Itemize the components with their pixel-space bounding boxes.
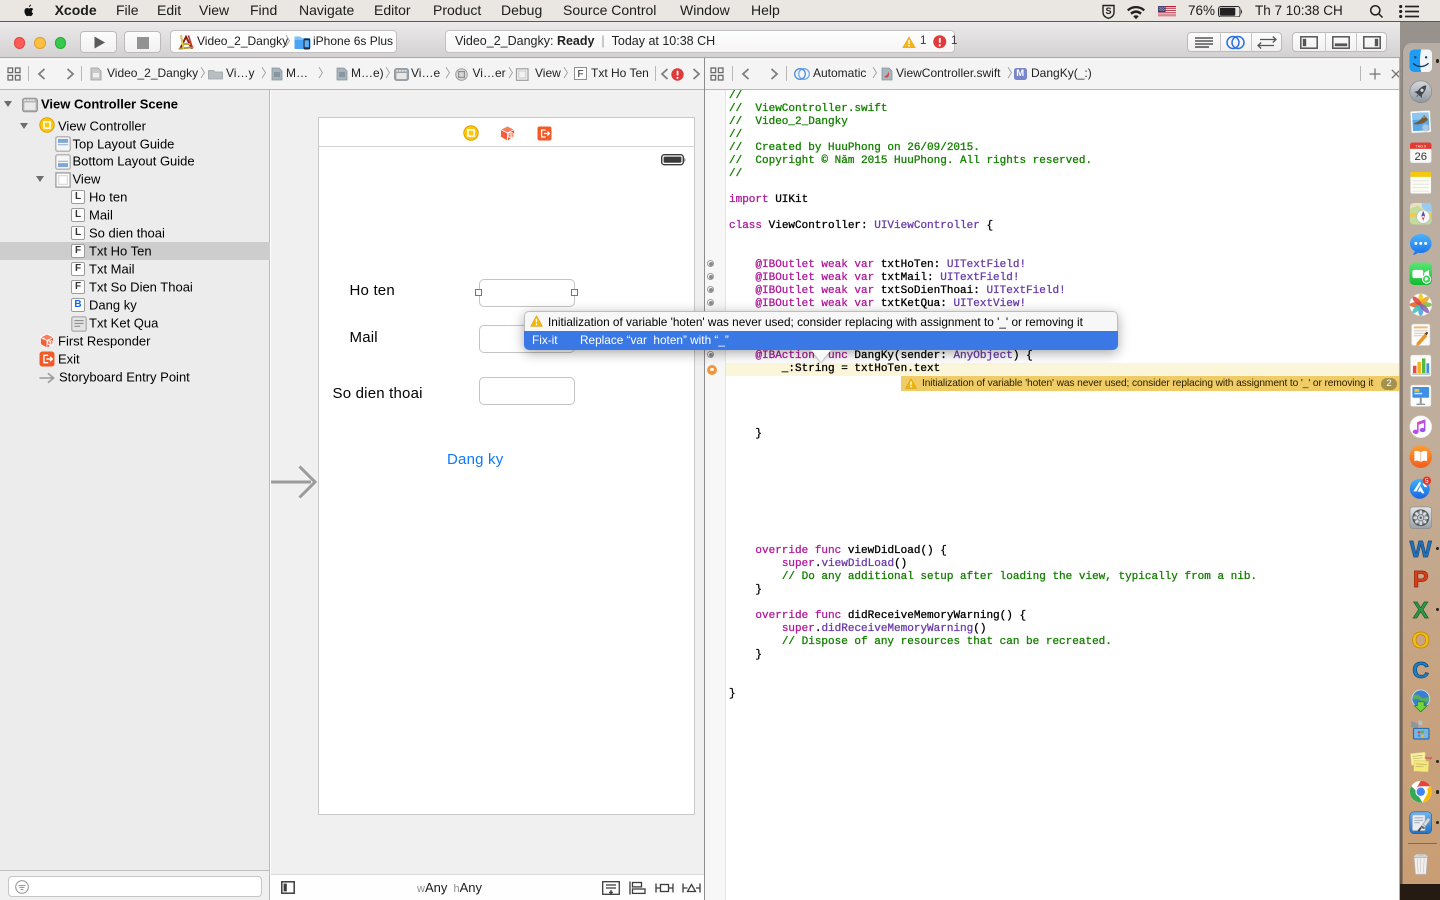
svg-text:C: C bbox=[1412, 658, 1429, 682]
svg-text:W: W bbox=[1409, 537, 1432, 561]
svg-text:5: 5 bbox=[1425, 477, 1429, 484]
svg-text:S: S bbox=[1105, 6, 1111, 16]
svg-text:Napa: Napa bbox=[1424, 755, 1432, 760]
svg-text:1: 1 bbox=[48, 340, 51, 346]
svg-text:26: 26 bbox=[1414, 151, 1427, 163]
svg-text:O: O bbox=[1411, 628, 1429, 652]
svg-text:P: P bbox=[1412, 567, 1428, 591]
svg-text:THG 9: THG 9 bbox=[1415, 144, 1425, 148]
svg-text:1: 1 bbox=[509, 133, 512, 139]
svg-text:X: X bbox=[1412, 598, 1428, 622]
